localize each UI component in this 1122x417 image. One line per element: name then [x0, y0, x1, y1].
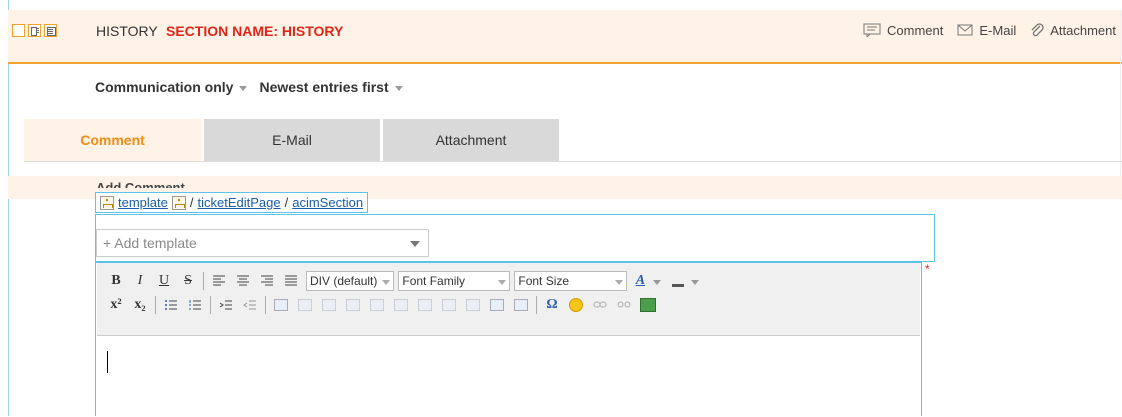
align-right-icon[interactable] — [258, 271, 276, 291]
outdent-icon[interactable] — [241, 295, 259, 315]
chevron-down-icon[interactable] — [691, 279, 700, 285]
toolbar-separator — [155, 296, 156, 314]
tab-comment[interactable]: Comment — [24, 119, 201, 162]
cell-merge-icon[interactable] — [320, 295, 338, 315]
row-delete-icon[interactable] — [392, 295, 410, 315]
numbered-list-icon[interactable] — [186, 295, 204, 315]
comment-action-button[interactable]: Comment — [863, 22, 943, 38]
template-breadcrumb: template / ticketEditPage / acimSection — [95, 192, 369, 213]
toolbar-separator — [203, 272, 204, 290]
attachment-action-button[interactable]: Attachment — [1030, 22, 1116, 38]
unlink-icon[interactable] — [615, 295, 633, 315]
section-name-label: SECTION NAME: HISTORY — [166, 23, 344, 39]
underline-button[interactable]: U — [155, 271, 173, 291]
chevron-down-icon — [410, 241, 420, 247]
chevron-down-icon — [381, 277, 391, 286]
toolbar-separator — [536, 296, 537, 314]
view-detail-icon[interactable] — [44, 24, 57, 37]
add-template-select[interactable]: + Add template — [96, 229, 429, 257]
insert-image-icon[interactable] — [639, 295, 657, 315]
text-color-button[interactable]: A — [631, 271, 649, 291]
chevron-down-icon — [497, 277, 507, 286]
email-action-label: E-Mail — [979, 22, 1017, 38]
font-family-value: Font Family — [402, 274, 466, 288]
add-template-placeholder: + Add template — [103, 235, 197, 251]
section-header: HISTORY SECTION NAME: HISTORY Comment E-… — [8, 10, 1122, 64]
cell-split-icon[interactable] — [344, 295, 362, 315]
font-size-select[interactable]: Font Size — [514, 271, 628, 291]
cell-props-icon[interactable] — [464, 295, 482, 315]
subscript-button[interactable]: x₂ — [131, 295, 149, 315]
paperclip-icon — [1031, 23, 1044, 37]
template-tree-icon — [171, 195, 186, 210]
format-select[interactable]: DIV (default) — [306, 271, 395, 291]
sort-order-dropdown[interactable]: Newest entries first — [259, 79, 403, 95]
special-character-button[interactable]: Ω — [543, 295, 561, 315]
section-title: HISTORY — [96, 23, 158, 39]
editor-content-area[interactable] — [97, 336, 920, 417]
emoticon-icon[interactable] — [567, 295, 585, 315]
mail-icon — [957, 24, 973, 36]
bold-button[interactable]: B — [107, 271, 125, 291]
entry-type-tabs: Comment E-Mail Attachment — [24, 119, 559, 162]
view-collapsed-icon[interactable] — [12, 24, 25, 37]
toolbar-separator — [265, 296, 266, 314]
font-family-select[interactable]: Font Family — [398, 271, 511, 291]
comment-action-label: Comment — [887, 22, 944, 38]
email-action-button[interactable]: E-Mail — [957, 22, 1016, 38]
superscript-button[interactable]: x² — [107, 295, 125, 315]
table-properties-icon[interactable] — [296, 295, 314, 315]
column-delete-icon[interactable] — [440, 295, 458, 315]
insert-table-icon[interactable] — [272, 295, 290, 315]
column-insert-icon[interactable] — [416, 295, 434, 315]
bullet-list-icon[interactable] — [162, 295, 180, 315]
view-split-icon[interactable] — [28, 24, 41, 37]
tab-attachment[interactable]: Attachment — [383, 119, 559, 162]
communication-filter-label: Communication only — [95, 79, 234, 95]
acim-section-link[interactable]: acimSection — [292, 195, 363, 210]
row-insert-icon[interactable] — [368, 295, 386, 315]
strikethrough-button[interactable]: S — [179, 271, 197, 291]
align-left-icon[interactable] — [210, 271, 228, 291]
toolbar-row-2: x² x₂ Ω — [107, 293, 663, 317]
communication-filter-dropdown[interactable]: Communication only — [95, 79, 248, 95]
tab-email[interactable]: E-Mail — [204, 119, 380, 162]
breadcrumb-separator: / — [189, 195, 194, 210]
breadcrumb-separator: / — [284, 195, 289, 210]
attachment-action-label: Attachment — [1050, 22, 1116, 38]
tabs-divider — [24, 161, 1122, 162]
template-link[interactable]: template — [118, 195, 168, 210]
background-color-icon[interactable] — [669, 271, 687, 291]
add-comment-label: Add Comment — [96, 180, 185, 188]
required-marker: * — [925, 262, 930, 276]
font-size-value: Font Size — [518, 274, 570, 288]
chevron-down-icon — [394, 85, 403, 91]
text-cursor — [107, 351, 108, 373]
rich-text-editor: B I U S DIV (default) Font Family Font S… — [95, 262, 922, 417]
sort-order-label: Newest entries first — [259, 79, 389, 95]
chevron-down-icon — [614, 277, 624, 286]
header-actions: Comment E-Mail Attachment — [863, 22, 1116, 38]
view-toggle-group — [12, 24, 57, 37]
align-justify-icon[interactable] — [282, 271, 300, 291]
editor-toolbar: B I U S DIV (default) Font Family Font S… — [97, 263, 920, 336]
comment-icon — [863, 23, 881, 37]
toolbar-separator — [210, 296, 211, 314]
toolbar-row-1: B I U S DIV (default) Font Family Font S… — [107, 269, 700, 293]
chevron-down-icon[interactable] — [653, 279, 662, 285]
italic-button[interactable]: I — [131, 271, 149, 291]
align-center-icon[interactable] — [234, 271, 252, 291]
right-divider — [1120, 10, 1121, 200]
table-delete-icon[interactable] — [512, 295, 530, 315]
template-tree-icon — [100, 195, 114, 210]
history-filters: Communication only Newest entries first — [95, 79, 403, 95]
link-icon[interactable] — [591, 295, 609, 315]
ticket-edit-page-link[interactable]: ticketEditPage — [198, 195, 281, 210]
indent-icon[interactable] — [217, 295, 235, 315]
format-select-value: DIV (default) — [310, 274, 378, 288]
table-grid-icon[interactable] — [488, 295, 506, 315]
chevron-down-icon — [239, 85, 248, 91]
